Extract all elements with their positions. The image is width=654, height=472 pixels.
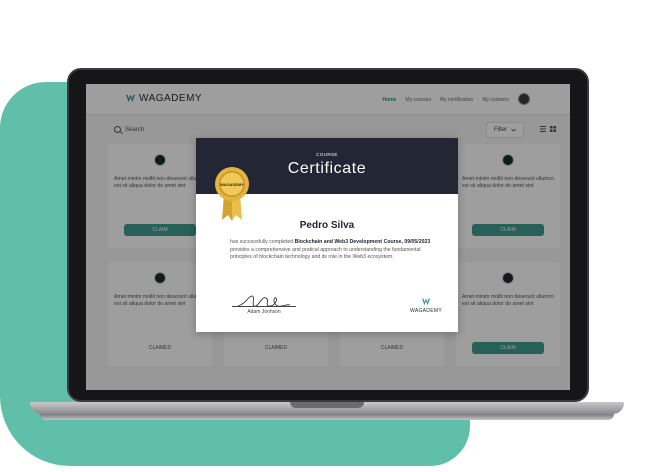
wagademy-logo-icon (422, 298, 430, 306)
gold-seal-icon: WAGADEMY (215, 167, 249, 221)
laptop-notch (290, 402, 364, 408)
certificate-description: has successfully completed Blockchain an… (230, 239, 436, 262)
certificate-modal: COURSE Certificate WAGADEMY Pedro Silva … (196, 138, 458, 332)
signer-name: Adam Jonhson (247, 309, 281, 315)
issuer-logo: WAGADEMY (408, 298, 444, 314)
course-name: Blockchain and Web3 Development Course, … (294, 239, 431, 245)
issuer-logo-text: WAGADEMY (410, 308, 442, 314)
laptop-base-shadow (40, 414, 614, 420)
seal-text: WAGADEMY (220, 182, 244, 187)
certificate-kicker: COURSE (316, 152, 338, 157)
signature-line (232, 306, 296, 307)
recipient-name: Pedro Silva (299, 220, 355, 231)
body-pre: has successfully completed (230, 239, 295, 245)
body-post: provides a comprehensive and pratical ap… (230, 246, 421, 261)
